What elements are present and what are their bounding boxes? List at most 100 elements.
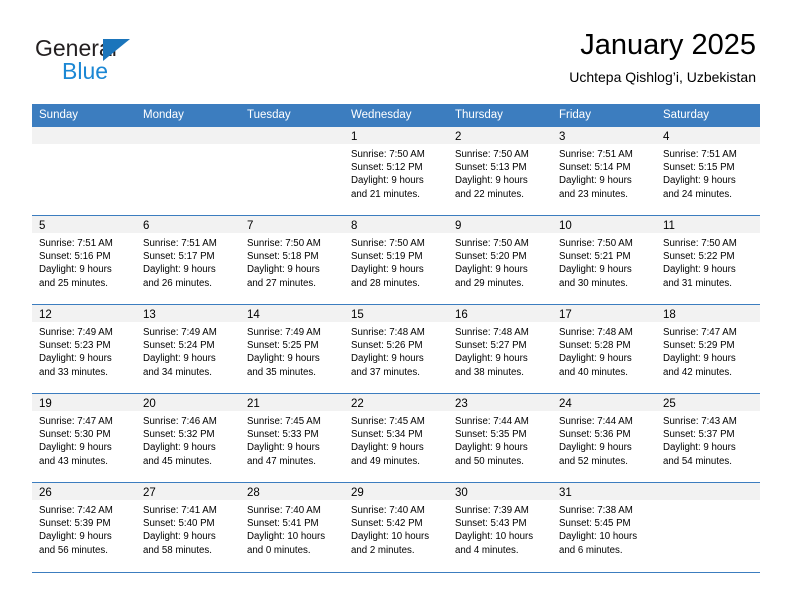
calendar-day-cell[interactable]: 12 Sunrise: 7:49 AM Sunset: 5:23 PM Dayligh… [32,304,136,394]
sunrise-text: Sunrise: 7:49 AM [39,327,113,338]
daylight-text-line1: Daylight: 9 hours [39,353,112,365]
daylight-text-line1: Daylight: 9 hours [39,442,112,454]
calendar-day-cell-empty [656,482,760,573]
day-cell-details: Sunrise: 7:49 AM Sunset: 5:24 PM Daylight:… [136,322,240,379]
day-number: 27 [143,487,156,499]
day-cell-details: Sunrise: 7:41 AM Sunset: 5:40 PM Daylight:… [136,500,240,557]
daylight-text-line2: and 42 minutes. [663,366,732,378]
day-number: 12 [39,309,52,321]
sunrise-text: Sunrise: 7:50 AM [351,238,425,249]
day-cell-details: Sunrise: 7:49 AM Sunset: 5:23 PM Daylight:… [32,322,136,379]
daylight-text-line2: and 29 minutes. [455,277,524,289]
calendar-day-cell[interactable]: 20 Sunrise: 7:46 AM Sunset: 5:32 PM Dayligh… [136,393,240,483]
daylight-text-line2: and 56 minutes. [39,544,108,556]
day-number: 2 [455,131,462,143]
day-number: 15 [351,309,364,321]
day-number-strip: 28 [240,483,344,500]
day-number: 5 [39,220,46,232]
sunset-text: Sunset: 5:26 PM [351,340,423,352]
calendar-day-cell[interactable]: 27 Sunrise: 7:41 AM Sunset: 5:40 PM Dayligh… [136,482,240,573]
daylight-text-line1: Daylight: 9 hours [559,175,632,187]
calendar-day-cell[interactable]: 11 Sunrise: 7:50 AM Sunset: 5:22 PM Dayligh… [656,215,760,305]
day-number: 3 [559,131,566,143]
day-number-strip: 20 [136,394,240,411]
sunrise-text: Sunrise: 7:39 AM [455,505,529,516]
day-cell-details: Sunrise: 7:40 AM Sunset: 5:41 PM Daylight:… [240,500,344,557]
day-number: 17 [559,309,572,321]
calendar-day-cell[interactable]: 30 Sunrise: 7:39 AM Sunset: 5:43 PM Dayligh… [448,482,552,573]
calendar-day-cell[interactable]: 18 Sunrise: 7:47 AM Sunset: 5:29 PM Dayligh… [656,304,760,394]
generalblue-logo[interactable]: General Blue [35,36,235,88]
sunrise-text: Sunrise: 7:46 AM [143,416,217,427]
calendar-day-cell[interactable]: 28 Sunrise: 7:40 AM Sunset: 5:41 PM Dayligh… [240,482,344,573]
daylight-text-line2: and 26 minutes. [143,277,212,289]
daylight-text-line2: and 43 minutes. [39,455,108,467]
sunrise-text: Sunrise: 7:50 AM [247,238,321,249]
sunrise-text: Sunrise: 7:44 AM [559,416,633,427]
daylight-text-line1: Daylight: 9 hours [351,442,424,454]
daylight-text-line1: Daylight: 9 hours [39,264,112,276]
calendar-day-cell[interactable]: 19 Sunrise: 7:47 AM Sunset: 5:30 PM Dayligh… [32,393,136,483]
calendar-day-cell[interactable]: 9 Sunrise: 7:50 AM Sunset: 5:20 PM Daylight… [448,215,552,305]
calendar-day-cell[interactable]: 10 Sunrise: 7:50 AM Sunset: 5:21 PM Dayligh… [552,215,656,305]
day-number: 21 [247,398,260,410]
calendar-day-cell[interactable]: 5 Sunrise: 7:51 AM Sunset: 5:16 PM Daylight… [32,215,136,305]
daylight-text-line2: and 50 minutes. [455,455,524,467]
daylight-text-line1: Daylight: 9 hours [143,442,216,454]
day-cell-inner: 24 Sunrise: 7:44 AM Sunset: 5:36 PM Dayligh… [552,394,656,482]
calendar-day-cell[interactable]: 6 Sunrise: 7:51 AM Sunset: 5:17 PM Daylight… [136,215,240,305]
day-number-strip: 27 [136,483,240,500]
calendar-day-cell[interactable]: 13 Sunrise: 7:49 AM Sunset: 5:24 PM Dayligh… [136,304,240,394]
logo-text-blue: Blue [62,58,109,84]
calendar-day-cell[interactable]: 21 Sunrise: 7:45 AM Sunset: 5:33 PM Dayligh… [240,393,344,483]
day-cell-inner: 30 Sunrise: 7:39 AM Sunset: 5:43 PM Dayligh… [448,483,552,572]
day-cell-inner: 6 Sunrise: 7:51 AM Sunset: 5:17 PM Daylight… [136,216,240,304]
day-cell-details: Sunrise: 7:51 AM Sunset: 5:16 PM Daylight:… [32,233,136,290]
sunrise-text: Sunrise: 7:49 AM [247,327,321,338]
day-number-strip: 25 [656,394,760,411]
calendar-day-cell[interactable]: 16 Sunrise: 7:48 AM Sunset: 5:27 PM Dayligh… [448,304,552,394]
day-number: 6 [143,220,150,232]
sunset-text: Sunset: 5:23 PM [39,340,111,352]
daylight-text-line1: Daylight: 9 hours [351,353,424,365]
daylight-text-line2: and 25 minutes. [39,277,108,289]
calendar-day-cell[interactable]: 1 Sunrise: 7:50 AM Sunset: 5:12 PM Daylight… [344,126,448,216]
calendar-day-cell[interactable]: 4 Sunrise: 7:51 AM Sunset: 5:15 PM Daylight… [656,126,760,216]
day-cell-inner: 28 Sunrise: 7:40 AM Sunset: 5:41 PM Dayligh… [240,483,344,572]
calendar-day-cell[interactable]: 8 Sunrise: 7:50 AM Sunset: 5:19 PM Daylight… [344,215,448,305]
calendar-day-cell[interactable]: 2 Sunrise: 7:50 AM Sunset: 5:13 PM Daylight… [448,126,552,216]
day-cell-details: Sunrise: 7:39 AM Sunset: 5:43 PM Daylight:… [448,500,552,557]
day-cell-details: Sunrise: 7:47 AM Sunset: 5:29 PM Daylight:… [656,322,760,379]
day-cell-inner: 2 Sunrise: 7:50 AM Sunset: 5:13 PM Daylight… [448,127,552,215]
sunrise-text: Sunrise: 7:44 AM [455,416,529,427]
calendar-day-cell[interactable]: 3 Sunrise: 7:51 AM Sunset: 5:14 PM Daylight… [552,126,656,216]
calendar-day-cell[interactable]: 26 Sunrise: 7:42 AM Sunset: 5:39 PM Dayligh… [32,482,136,573]
sunset-text: Sunset: 5:30 PM [39,429,111,441]
day-number: 7 [247,220,254,232]
day-cell-details: Sunrise: 7:50 AM Sunset: 5:13 PM Daylight:… [448,144,552,201]
day-cell-details: Sunrise: 7:49 AM Sunset: 5:25 PM Daylight:… [240,322,344,379]
calendar-day-cell[interactable]: 25 Sunrise: 7:43 AM Sunset: 5:37 PM Dayligh… [656,393,760,483]
calendar-day-cell[interactable]: 23 Sunrise: 7:44 AM Sunset: 5:35 PM Dayligh… [448,393,552,483]
day-number-strip: 9 [448,216,552,233]
day-cell-inner: 9 Sunrise: 7:50 AM Sunset: 5:20 PM Daylight… [448,216,552,304]
calendar-week-row: 26 Sunrise: 7:42 AM Sunset: 5:39 PM Dayligh… [32,482,760,573]
calendar-day-cell[interactable]: 29 Sunrise: 7:40 AM Sunset: 5:42 PM Dayligh… [344,482,448,573]
sunset-text: Sunset: 5:39 PM [39,518,111,530]
calendar-day-cell[interactable]: 24 Sunrise: 7:44 AM Sunset: 5:36 PM Dayligh… [552,393,656,483]
day-number-strip: 10 [552,216,656,233]
calendar-day-cell[interactable]: 31 Sunrise: 7:38 AM Sunset: 5:45 PM Dayligh… [552,482,656,573]
day-cell-inner [32,127,136,215]
calendar-day-cell[interactable]: 14 Sunrise: 7:49 AM Sunset: 5:25 PM Dayligh… [240,304,344,394]
calendar-week-row: 1 Sunrise: 7:50 AM Sunset: 5:12 PM Daylight… [32,126,760,216]
calendar-day-cell[interactable]: 15 Sunrise: 7:48 AM Sunset: 5:26 PM Dayligh… [344,304,448,394]
daylight-text-line2: and 35 minutes. [247,366,316,378]
calendar-day-cell[interactable]: 7 Sunrise: 7:50 AM Sunset: 5:18 PM Daylight… [240,215,344,305]
calendar-day-cell[interactable]: 17 Sunrise: 7:48 AM Sunset: 5:28 PM Dayligh… [552,304,656,394]
sunset-text: Sunset: 5:33 PM [247,429,319,441]
sunrise-text: Sunrise: 7:43 AM [663,416,737,427]
calendar-day-cell[interactable]: 22 Sunrise: 7:45 AM Sunset: 5:34 PM Dayligh… [344,393,448,483]
daylight-text-line2: and 4 minutes. [455,544,519,556]
day-cell-inner: 26 Sunrise: 7:42 AM Sunset: 5:39 PM Dayligh… [32,483,136,572]
sunrise-text: Sunrise: 7:50 AM [351,149,425,160]
